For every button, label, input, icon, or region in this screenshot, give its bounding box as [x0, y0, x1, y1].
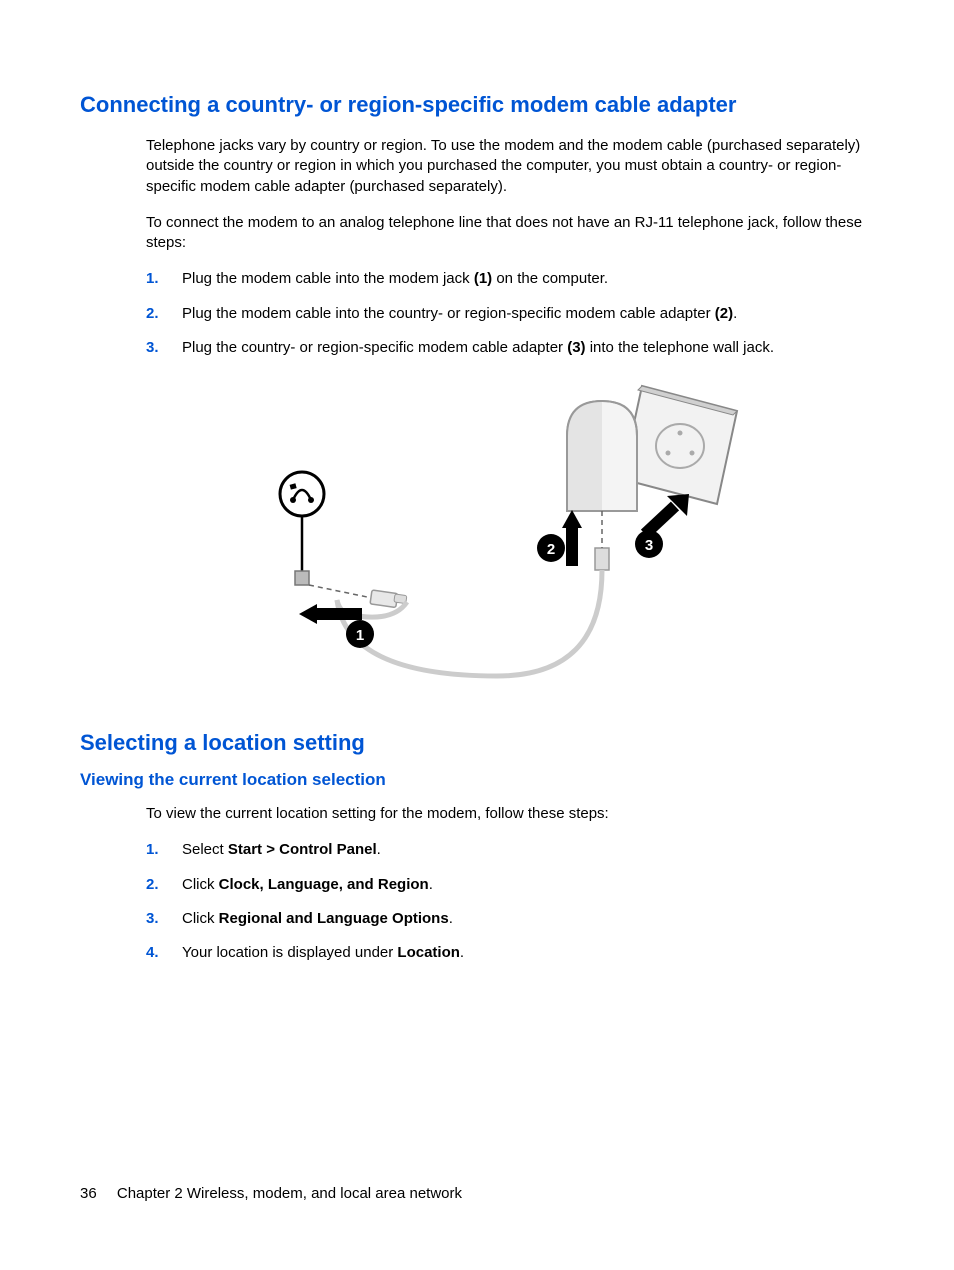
step-text: Click Regional and Language Options.: [182, 909, 874, 929]
adapter-steps-list: 1.Plug the modem cable into the modem ja…: [146, 269, 874, 358]
svg-text:3: 3: [645, 537, 653, 554]
list-item: 1.Plug the modem cable into the modem ja…: [146, 269, 874, 289]
page-number: 36: [80, 1185, 97, 1202]
step-number: 2.: [146, 875, 182, 895]
list-item: 4.Your location is displayed under Locat…: [146, 943, 874, 963]
heading-viewing-location: Viewing the current location selection: [80, 770, 874, 790]
intro-paragraph-2: To connect the modem to an analog teleph…: [146, 213, 874, 254]
step-text: Plug the modem cable into the country- o…: [182, 304, 874, 324]
modem-adapter-diagram: 1 2 3: [197, 376, 757, 696]
step-number: 3.: [146, 909, 182, 929]
step-number: 1.: [146, 840, 182, 860]
location-steps-list: 1.Select Start > Control Panel.2.Click C…: [146, 840, 874, 963]
heading-connecting-adapter: Connecting a country- or region-specific…: [80, 92, 874, 118]
step-text: Plug the modem cable into the modem jack…: [182, 269, 874, 289]
intro-paragraph-1: Telephone jacks vary by country or regio…: [146, 136, 874, 197]
step-number: 2.: [146, 304, 182, 324]
callout-2: 2: [537, 510, 582, 566]
list-item: 1.Select Start > Control Panel.: [146, 840, 874, 860]
computer-port-icon: [280, 472, 407, 617]
step-text: Your location is displayed under Locatio…: [182, 943, 874, 963]
svg-text:2: 2: [547, 541, 555, 558]
step-number: 1.: [146, 269, 182, 289]
heading-selecting-location: Selecting a location setting: [80, 730, 874, 756]
callout-3: 3: [635, 494, 689, 558]
list-item: 3.Plug the country- or region-specific m…: [146, 338, 874, 358]
svg-text:1: 1: [356, 627, 364, 644]
step-number: 3.: [146, 338, 182, 358]
list-item: 3.Click Regional and Language Options.: [146, 909, 874, 929]
list-item: 2.Plug the modem cable into the country-…: [146, 304, 874, 324]
modem-cable: [337, 570, 602, 676]
step-text: Click Clock, Language, and Region.: [182, 875, 874, 895]
step-text: Plug the country- or region-specific mod…: [182, 338, 874, 358]
callout-1: 1: [299, 604, 374, 648]
wall-jack-icon: [622, 386, 737, 504]
chapter-title: Chapter 2 Wireless, modem, and local are…: [117, 1185, 462, 1202]
list-item: 2.Click Clock, Language, and Region.: [146, 875, 874, 895]
page-footer: 36 Chapter 2 Wireless, modem, and local …: [80, 1185, 462, 1202]
step-text: Select Start > Control Panel.: [182, 840, 874, 860]
step-number: 4.: [146, 943, 182, 963]
location-intro-paragraph: To view the current location setting for…: [146, 804, 874, 824]
